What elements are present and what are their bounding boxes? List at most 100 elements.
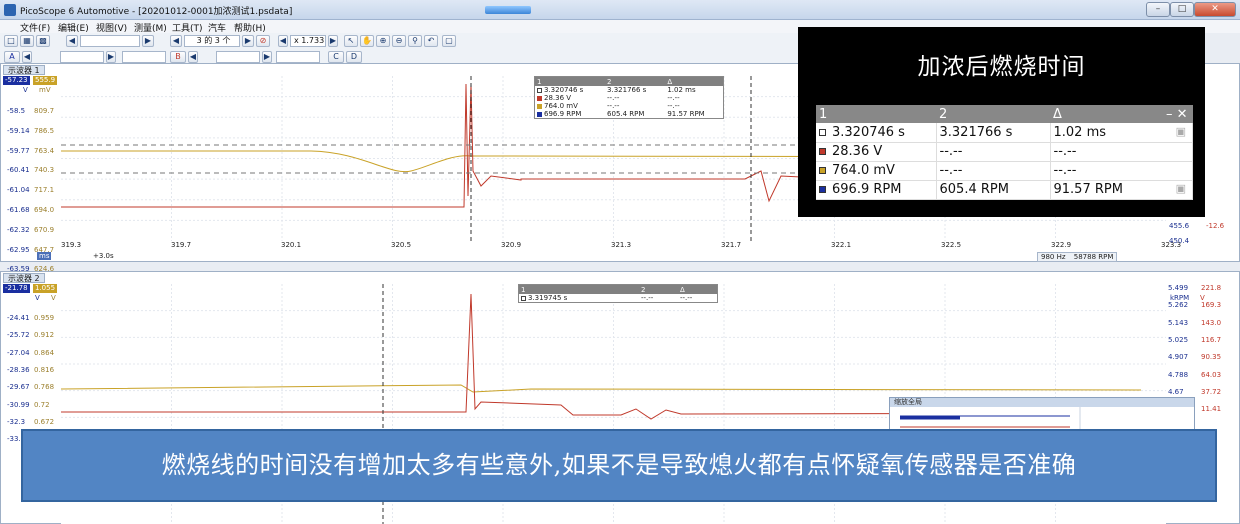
axis-tick-label: -61.68 [7, 206, 30, 214]
save-icon[interactable]: ▦ [20, 35, 34, 47]
zoom-prev-icon[interactable]: ◀ [278, 35, 288, 47]
ruler-cell: 28.36 V [544, 94, 572, 102]
axis-tick-label: 169.3 [1201, 301, 1222, 310]
ruler-cell-wrap: --.-- [1050, 161, 1193, 181]
zoom-out-icon[interactable]: ⊖ [392, 35, 406, 47]
status-rpm-value: 58788 RPM [1073, 253, 1114, 261]
scope-tab-1[interactable]: 示波器 1 [3, 65, 45, 75]
ruler-table-scope2: 1 2 Δ 3.319745 s --.-- --.-- [518, 284, 718, 303]
print-icon[interactable]: ▩ [36, 35, 50, 47]
channel-b-next-icon[interactable]: ▶ [262, 51, 272, 63]
stop-icon[interactable]: ⊘ [256, 35, 270, 47]
hand-icon[interactable]: ✋ [360, 35, 374, 47]
pointer-icon[interactable]: ↖ [344, 35, 358, 47]
zoom-next-icon[interactable]: ▶ [328, 35, 338, 47]
ruler-col-2: 2 [640, 285, 646, 294]
channel-a-next-icon[interactable]: ▶ [106, 51, 116, 63]
ruler-row: 764.0 mV --.-- --.-- [816, 161, 1193, 181]
title-progress-indicator [485, 6, 531, 14]
ruler-col-2: 2 [607, 77, 612, 86]
axis-tick-label: 717.1 [34, 186, 55, 195]
ruler-cell: 605.4 RPM [939, 182, 1009, 197]
ruler-cell: 605.4 RPM [607, 110, 645, 118]
axis-tick-label: 5.262 [1168, 301, 1189, 310]
zoom-level[interactable]: x 1.733 [290, 35, 326, 47]
window-title: PicoScope 6 Automotive - [20201012-0001加… [20, 7, 293, 17]
ruler-cell-wrap: 696.9 RPM [816, 180, 937, 200]
axis-tick-label: 4.788 [1168, 370, 1189, 379]
undo-zoom-icon[interactable]: ↶ [424, 35, 438, 47]
channel-b-button[interactable]: B [170, 51, 186, 63]
ruler-cell: 3.320746 s [832, 124, 905, 140]
channel-b-range[interactable] [216, 51, 260, 63]
toolbar-primary: □ ▦ ▩ ◀ ▶ ◀ 3 的 3 个 ▶ ⊘ ◀ x 1.733 ▶ ↖ ✋ … [0, 33, 800, 49]
channel-a-button[interactable]: A [4, 51, 20, 63]
close-icon[interactable]: – ✕ [1166, 107, 1188, 122]
channel-a-coupling[interactable] [122, 51, 166, 63]
ruler-cell-wrap: 605.4 RPM [936, 180, 1051, 200]
next-icon[interactable]: ▶ [142, 35, 154, 47]
channel-c-button[interactable]: C [328, 51, 344, 63]
ruler-col-1: 1 [816, 105, 936, 123]
ruler-cell-wrap: --.-- [936, 161, 1051, 181]
first-capture-icon[interactable]: ◀ [170, 35, 182, 47]
axis-tick-label: 11.41 [1201, 405, 1222, 414]
channel-b-chip[interactable]: 1.055 [33, 284, 58, 293]
axis-tick-label: -62.32 [7, 225, 30, 234]
channel-swatch [819, 167, 826, 174]
axis-tick-label: 37.72 [1201, 387, 1222, 396]
ruler-cell: --.-- [679, 294, 693, 302]
axis-tick-label: 0.816 [34, 365, 55, 374]
prev-icon[interactable]: ◀ [66, 35, 78, 47]
axis-tick-label: -30.99 [7, 400, 30, 409]
channel-swatch [819, 128, 826, 136]
axis-tick-label: 0.768 [34, 383, 55, 392]
ruler-cell: 3.321766 s [939, 124, 1013, 140]
right-axis-value: 450.4 [1169, 237, 1190, 245]
axis-tick-label: 221.8 [1201, 284, 1222, 292]
channel-b-coupling[interactable] [276, 51, 320, 63]
axis-tick-label: 90.35 [1201, 353, 1222, 362]
lock-icon[interactable]: ▣ [1176, 182, 1186, 195]
axis-tick-label: 694.0 [34, 206, 55, 214]
lock-icon[interactable]: ▣ [1176, 125, 1186, 138]
fit-icon[interactable]: ▢ [442, 35, 456, 47]
channel-b-prev-icon[interactable]: ◀ [188, 51, 198, 63]
x-tick-label: 322.9 [1051, 241, 1072, 249]
ruler-col-delta: Δ [667, 77, 673, 86]
open-icon[interactable]: □ [4, 35, 18, 47]
channel-b-chip[interactable]: 555.9 [33, 76, 58, 85]
capture-counter[interactable]: 3 的 3 个 [184, 35, 240, 47]
x-tick-label: 320.5 [391, 241, 412, 249]
close-button[interactable]: ✕ [1194, 2, 1236, 17]
ruler-cell: 696.9 RPM [544, 110, 582, 118]
channel-a-prev-icon[interactable]: ◀ [22, 51, 32, 63]
ruler-cell-wrap: 1.02 ms ▣ [1050, 123, 1193, 143]
zoom-in-icon[interactable]: ⊕ [376, 35, 390, 47]
channel-a-chip[interactable]: -57.23 [3, 76, 30, 85]
ruler-col-2: 2 [936, 105, 1050, 123]
minimize-button[interactable]: – [1146, 2, 1170, 17]
axis-tick-label: 786.5 [34, 126, 55, 135]
axis-tick-label: 0.959 [34, 314, 55, 322]
last-capture-icon[interactable]: ▶ [242, 35, 254, 47]
channel-d-button[interactable]: D [346, 51, 362, 63]
ruler-row: 28.36 V --.-- --.-- [535, 94, 723, 102]
ruler-cell-wrap: 3.320746 s [816, 123, 937, 143]
ruler-cell-wrap: --.-- [1050, 142, 1193, 162]
axis-tick-label: 0.864 [34, 348, 55, 357]
maximize-button[interactable]: □ [1170, 2, 1194, 17]
ruler-row: 764.0 mV --.-- --.-- [535, 102, 723, 110]
zoom-region-icon[interactable]: ⚲ [408, 35, 422, 47]
ruler-col-1: 1 [521, 285, 526, 294]
scope-tab-2[interactable]: 示波器 2 [3, 273, 45, 283]
ruler-cell: 3.321766 s [607, 86, 647, 94]
ruler-cell-wrap: 91.57 RPM ▣ [1050, 180, 1193, 200]
x-unit-chip: ms [37, 252, 52, 260]
channel-a-chip[interactable]: -21.78 [3, 284, 30, 293]
timebase-select[interactable] [80, 35, 140, 47]
channel-a-range[interactable] [60, 51, 104, 63]
ruler-cell-wrap: 764.0 mV [816, 161, 937, 181]
ruler-cell: 91.57 RPM [1053, 182, 1123, 197]
axis-tick-label: 0.72 [34, 400, 50, 409]
